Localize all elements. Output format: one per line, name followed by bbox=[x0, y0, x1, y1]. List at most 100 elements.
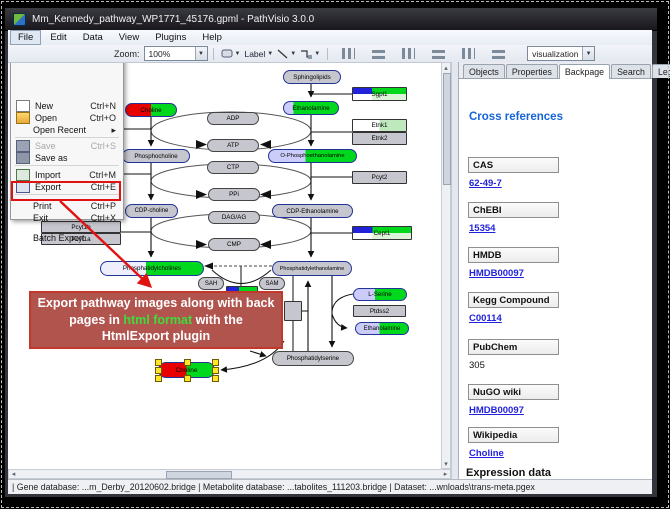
visualization-combo[interactable]: visualization ▼ bbox=[527, 46, 595, 61]
menu-data[interactable]: Data bbox=[76, 31, 110, 44]
node-l-serine[interactable]: L-Serine bbox=[353, 288, 407, 301]
common-height-button[interactable] bbox=[489, 46, 507, 62]
annotation-text: Export pathway images along with back pa… bbox=[37, 295, 275, 346]
file-menu-item-import[interactable]: ImportCtrl+M bbox=[12, 169, 122, 181]
scroll-down-icon[interactable]: ▾ bbox=[442, 459, 450, 468]
node-sah[interactable]: SAH bbox=[198, 277, 224, 290]
file-menu-item-batch-export[interactable]: Batch Export bbox=[12, 232, 122, 244]
gene-tool-button[interactable]: ▼ bbox=[220, 46, 242, 62]
selection-handle[interactable] bbox=[212, 359, 219, 366]
side-panel: ObjectsPropertiesBackpageSearchLegend Cr… bbox=[458, 62, 652, 479]
file-menu-item-save[interactable]: SaveCtrl+S bbox=[12, 140, 122, 152]
selection-handle[interactable] bbox=[184, 375, 191, 382]
node-cdp-ethanolamine[interactable]: CDP-Ethanolamine bbox=[272, 204, 353, 218]
node-label: Etnk2 bbox=[353, 133, 406, 144]
node-ctp[interactable]: CTP bbox=[207, 161, 259, 174]
selection-handle[interactable] bbox=[155, 359, 162, 366]
file-menu-item-open[interactable]: OpenCtrl+O bbox=[12, 112, 122, 124]
annotation-highlight: html format bbox=[123, 313, 192, 327]
node-cdp-choline[interactable]: CDP-choline bbox=[125, 204, 178, 218]
node-pcyt2[interactable]: Pcyt2 bbox=[352, 171, 407, 184]
node-atp[interactable]: ATP bbox=[207, 139, 259, 152]
reference-link[interactable]: C00114 bbox=[469, 313, 502, 324]
chevron-down-icon[interactable]: ▼ bbox=[195, 47, 207, 60]
menu-plugins[interactable]: Plugins bbox=[148, 31, 193, 44]
menu-item-label: Import bbox=[35, 170, 89, 180]
node-label: Ethanolamine bbox=[284, 102, 338, 114]
saveas-icon bbox=[16, 152, 30, 164]
scrollbar-thumb[interactable] bbox=[166, 471, 232, 479]
file-menu-item-new[interactable]: NewCtrl+N bbox=[12, 100, 122, 112]
scroll-left-icon[interactable]: ◂ bbox=[9, 470, 18, 478]
selection-handle[interactable] bbox=[184, 359, 191, 366]
node-phosphatidylcholines[interactable]: Phosphatidylcholines bbox=[100, 261, 204, 276]
scroll-up-icon[interactable]: ▴ bbox=[442, 63, 450, 72]
canvas-horizontal-scrollbar[interactable]: ◂ ▸ bbox=[8, 469, 451, 479]
reference-link[interactable]: 62-49-7 bbox=[469, 178, 502, 189]
node-ethanolamine-top[interactable]: Ethanolamine bbox=[283, 101, 339, 115]
node-label: Ptdss2 bbox=[354, 306, 405, 316]
node-phosphatidylethanolamine[interactable]: Phosphatidylethanolamine bbox=[272, 261, 352, 276]
selection-handle[interactable] bbox=[212, 367, 219, 374]
menu-edit[interactable]: Edit bbox=[43, 31, 73, 44]
title-bar[interactable]: Mm_Kennedy_pathway_WP1771_45176.gpml - P… bbox=[5, 8, 657, 31]
node-phosphocholine[interactable]: Phosphocholine bbox=[122, 149, 190, 163]
node-dag[interactable]: DAG/AG bbox=[208, 211, 260, 224]
canvas-vertical-scrollbar[interactable]: ▴ ▾ bbox=[441, 62, 451, 469]
node-phosphatidylserine[interactable]: Phosphatidylserine bbox=[272, 351, 354, 366]
reference-link[interactable]: HMDB00097 bbox=[469, 405, 524, 416]
distribute-vertical-button[interactable] bbox=[429, 46, 447, 62]
node-sam[interactable]: SAM bbox=[259, 277, 285, 290]
node-o-phosphoethanolamine[interactable]: O-Phosphoethanolamine bbox=[268, 149, 357, 163]
tab-backpage[interactable]: Backpage bbox=[559, 64, 610, 79]
node-ptdss2[interactable]: Ptdss2 bbox=[353, 305, 406, 317]
connector-tool-button[interactable]: ▼ bbox=[299, 46, 321, 62]
node-etnk2[interactable]: Etnk2 bbox=[352, 132, 407, 145]
node-hidden-gene[interactable] bbox=[284, 301, 302, 321]
menu-view[interactable]: View bbox=[112, 31, 146, 44]
node-choline-top[interactable]: Choline bbox=[125, 103, 177, 117]
menu-help[interactable]: Help bbox=[195, 31, 229, 44]
node-adp[interactable]: ADP bbox=[207, 112, 259, 125]
node-label: Phosphatidylserine bbox=[273, 352, 353, 365]
reference-link[interactable]: Choline bbox=[469, 448, 504, 459]
node-etnk1[interactable]: Etnk1 bbox=[352, 119, 407, 132]
file-menu-item-save-as[interactable]: Save as bbox=[12, 152, 122, 164]
node-label: PPi bbox=[209, 189, 259, 200]
common-width-button[interactable] bbox=[459, 46, 477, 62]
node-cmp[interactable]: CMP bbox=[208, 238, 260, 251]
tab-properties[interactable]: Properties bbox=[506, 64, 558, 78]
align-center-button[interactable] bbox=[339, 46, 357, 62]
menu-file[interactable]: File bbox=[10, 30, 41, 45]
toolbar-separator bbox=[327, 48, 328, 60]
selection-handle[interactable] bbox=[212, 375, 219, 382]
reference-link[interactable]: HMDB00097 bbox=[469, 268, 524, 279]
distribute-horizontal-button[interactable] bbox=[399, 46, 417, 62]
align-middle-button[interactable] bbox=[369, 46, 387, 62]
tab-legend[interactable]: Legend bbox=[652, 64, 670, 78]
file-menu-item-exit[interactable]: ExitCtrl+X bbox=[12, 212, 122, 224]
reference-link[interactable]: 15354 bbox=[469, 223, 495, 234]
selection-handle[interactable] bbox=[155, 367, 162, 374]
label-tool-button[interactable]: Label ▼ bbox=[243, 46, 274, 62]
align-center-icon bbox=[342, 48, 355, 59]
zoom-combo[interactable]: 100% ▼ bbox=[144, 46, 208, 61]
line-tool-button[interactable]: ▼ bbox=[276, 46, 297, 62]
selection-handle[interactable] bbox=[155, 375, 162, 382]
status-bar: | Gene database: ...m_Derby_20120602.bri… bbox=[8, 479, 652, 494]
tab-search[interactable]: Search bbox=[611, 64, 651, 78]
node-sphingolipids[interactable]: Sphingolipids bbox=[283, 70, 341, 84]
window-border-right bbox=[652, 30, 657, 494]
menu-item-shortcut: Ctrl+N bbox=[90, 101, 116, 111]
node-sgpl1[interactable]: Sgpl1 bbox=[352, 87, 407, 101]
file-menu-item-print[interactable]: PrintCtrl+P bbox=[12, 200, 122, 212]
file-menu-item-open-recent[interactable]: Open Recent▸ bbox=[12, 124, 122, 136]
node-label: L-Serine bbox=[354, 289, 406, 300]
scroll-right-icon[interactable]: ▸ bbox=[441, 470, 450, 478]
scrollbar-thumb[interactable] bbox=[443, 73, 451, 185]
node-cept1[interactable]: Cept1 bbox=[352, 226, 412, 240]
node-ppi[interactable]: PPi bbox=[208, 188, 260, 201]
chevron-down-icon[interactable]: ▼ bbox=[582, 47, 594, 60]
tab-objects[interactable]: Objects bbox=[463, 64, 505, 78]
node-ethanolamine-bottom[interactable]: Ethanolamine bbox=[355, 322, 409, 335]
